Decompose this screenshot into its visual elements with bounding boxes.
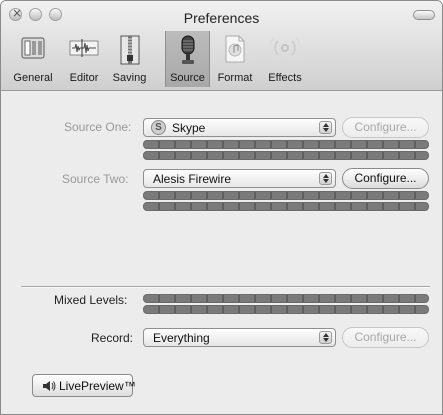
tab-general-label: General xyxy=(13,72,53,84)
source-two-level-meter-left xyxy=(143,191,429,200)
skype-icon: S xyxy=(151,120,166,135)
general-icon xyxy=(21,37,45,59)
speaker-icon xyxy=(43,381,56,391)
microphone-icon xyxy=(181,35,194,64)
source-one-label: Source One: xyxy=(64,120,132,134)
source-two-popup[interactable]: Alesis Firewire xyxy=(143,169,336,188)
tab-saving-label: Saving xyxy=(112,72,147,84)
source-one-configure-button[interactable]: Configure... xyxy=(342,117,429,138)
record-configure-button[interactable]: Configure... xyxy=(342,327,429,348)
popup-arrows-icon xyxy=(319,331,332,344)
record-value: Everything xyxy=(153,331,210,345)
window-title: Preferences xyxy=(183,10,260,26)
preferences-window: Preferences General Editor xyxy=(0,0,443,415)
tab-general[interactable]: General xyxy=(4,31,62,87)
popup-arrows-icon xyxy=(319,172,332,185)
editor-waveform-icon xyxy=(69,39,99,57)
music-file-icon xyxy=(225,35,245,63)
live-preview-label: LivePreview™ xyxy=(59,379,136,393)
tab-format[interactable]: Format xyxy=(210,31,260,87)
tab-source-label: Source xyxy=(170,72,205,84)
tab-effects[interactable]: Effects xyxy=(260,31,310,87)
tab-effects-label: Effects xyxy=(268,72,302,84)
mixed-levels-label: Mixed Levels: xyxy=(54,293,128,307)
tab-format-label: Format xyxy=(217,72,253,84)
section-divider xyxy=(21,286,430,288)
toolbar: Preferences General Editor xyxy=(1,1,442,91)
source-two-level-meter-right xyxy=(143,202,429,211)
live-preview-button[interactable]: LivePreview™ xyxy=(32,374,136,397)
tab-editor-label: Editor xyxy=(69,72,99,84)
tab-source[interactable]: Source xyxy=(165,31,210,87)
source-one-level-meter-right xyxy=(143,151,429,160)
effects-ripple-icon xyxy=(270,37,300,59)
tab-editor[interactable]: Editor xyxy=(62,31,106,87)
popup-arrows-icon xyxy=(319,121,332,134)
tab-saving[interactable]: Saving xyxy=(106,31,153,87)
toolbar-toggle-button[interactable] xyxy=(413,10,435,20)
mixed-level-meter-left xyxy=(143,294,429,303)
source-pane: Source One: S Skype Configure... Source … xyxy=(1,91,442,414)
source-one-level-meter-left xyxy=(143,140,429,149)
source-one-value: Skype xyxy=(172,121,206,135)
source-two-label: Source Two: xyxy=(62,172,129,186)
record-popup[interactable]: Everything xyxy=(143,328,336,347)
source-two-configure-button[interactable]: Configure... xyxy=(342,168,429,189)
source-one-popup[interactable]: S Skype xyxy=(143,118,336,137)
mixed-level-meter-right xyxy=(143,305,429,314)
source-two-value: Alesis Firewire xyxy=(153,172,232,186)
saving-zipper-icon xyxy=(120,35,139,65)
record-label: Record: xyxy=(91,331,134,345)
